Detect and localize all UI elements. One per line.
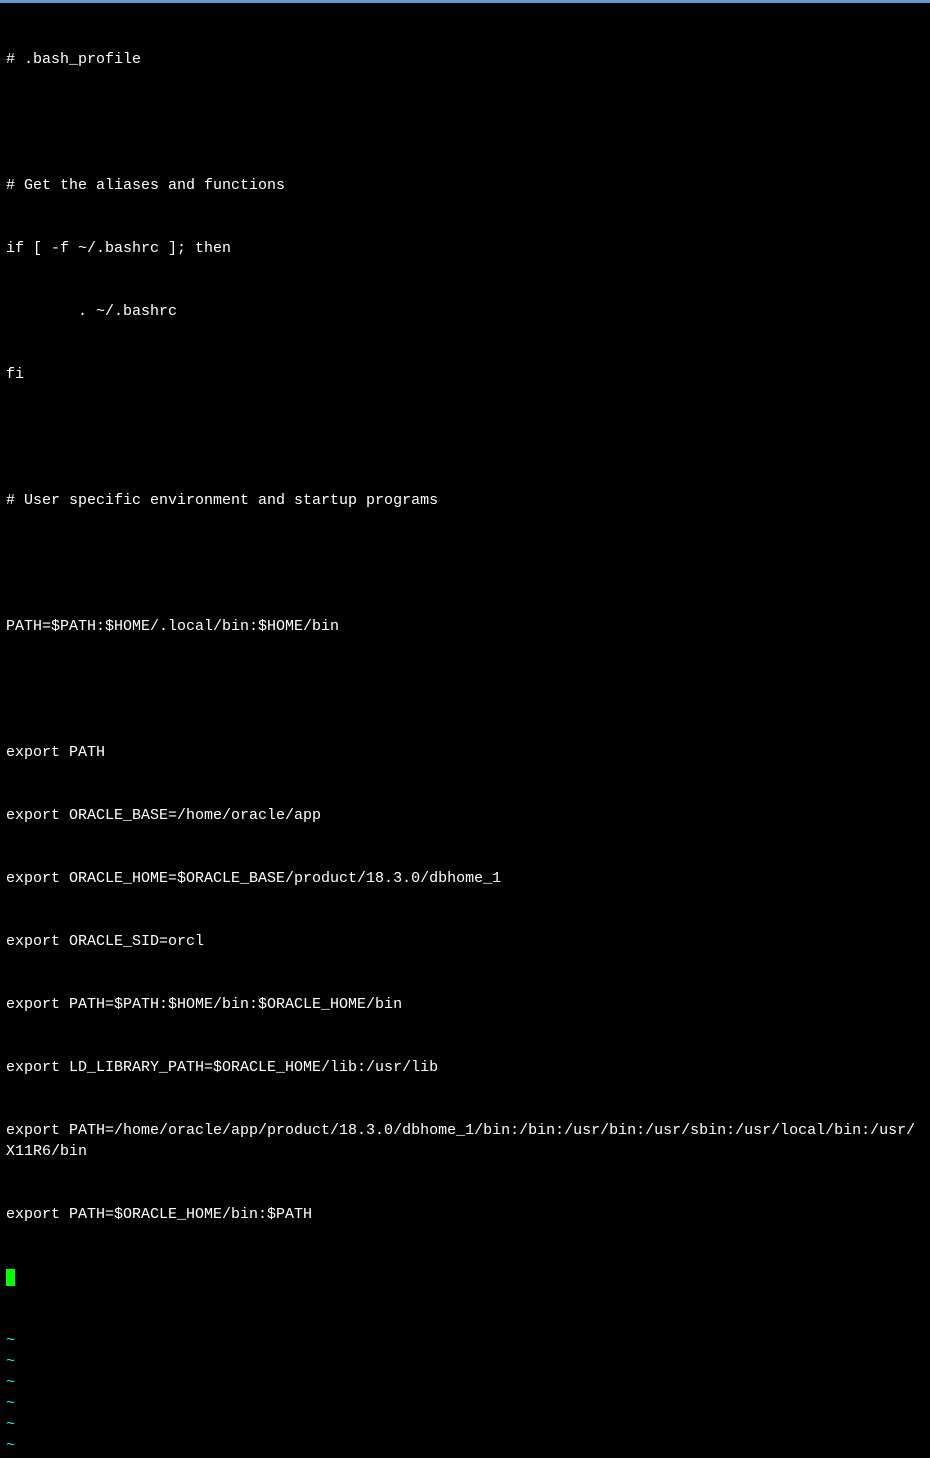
- empty-line-tilde: ~: [6, 1372, 924, 1393]
- code-line: PATH=$PATH:$HOME/.local/bin:$HOME/bin: [6, 616, 924, 637]
- code-line: if [ -f ~/.bashrc ]; then: [6, 238, 924, 259]
- empty-line-tilde: ~: [6, 1456, 924, 1458]
- terminal-editor[interactable]: # .bash_profile # Get the aliases and fu…: [0, 3, 930, 1458]
- code-line: # Get the aliases and functions: [6, 175, 924, 196]
- code-line: [6, 427, 924, 448]
- cursor-block: [6, 1269, 15, 1286]
- cursor-line: [6, 1267, 924, 1288]
- code-line: export ORACLE_SID=orcl: [6, 931, 924, 952]
- code-line: [6, 112, 924, 133]
- code-line: export ORACLE_HOME=$ORACLE_BASE/product/…: [6, 868, 924, 889]
- code-line: # .bash_profile: [6, 49, 924, 70]
- code-line: export PATH=$PATH:$HOME/bin:$ORACLE_HOME…: [6, 994, 924, 1015]
- code-line: [6, 679, 924, 700]
- empty-line-tilde: ~: [6, 1435, 924, 1456]
- empty-line-tilde: ~: [6, 1414, 924, 1435]
- code-line: export PATH=/home/oracle/app/product/18.…: [6, 1120, 924, 1162]
- code-line: [6, 553, 924, 574]
- code-line: export PATH: [6, 742, 924, 763]
- code-line: # User specific environment and startup …: [6, 490, 924, 511]
- code-line: fi: [6, 364, 924, 385]
- code-line: export LD_LIBRARY_PATH=$ORACLE_HOME/lib:…: [6, 1057, 924, 1078]
- empty-line-tilde: ~: [6, 1351, 924, 1372]
- code-line: export PATH=$ORACLE_HOME/bin:$PATH: [6, 1204, 924, 1225]
- empty-line-tilde: ~: [6, 1330, 924, 1351]
- empty-line-tilde: ~: [6, 1393, 924, 1414]
- code-line: export ORACLE_BASE=/home/oracle/app: [6, 805, 924, 826]
- code-line: . ~/.bashrc: [6, 301, 924, 322]
